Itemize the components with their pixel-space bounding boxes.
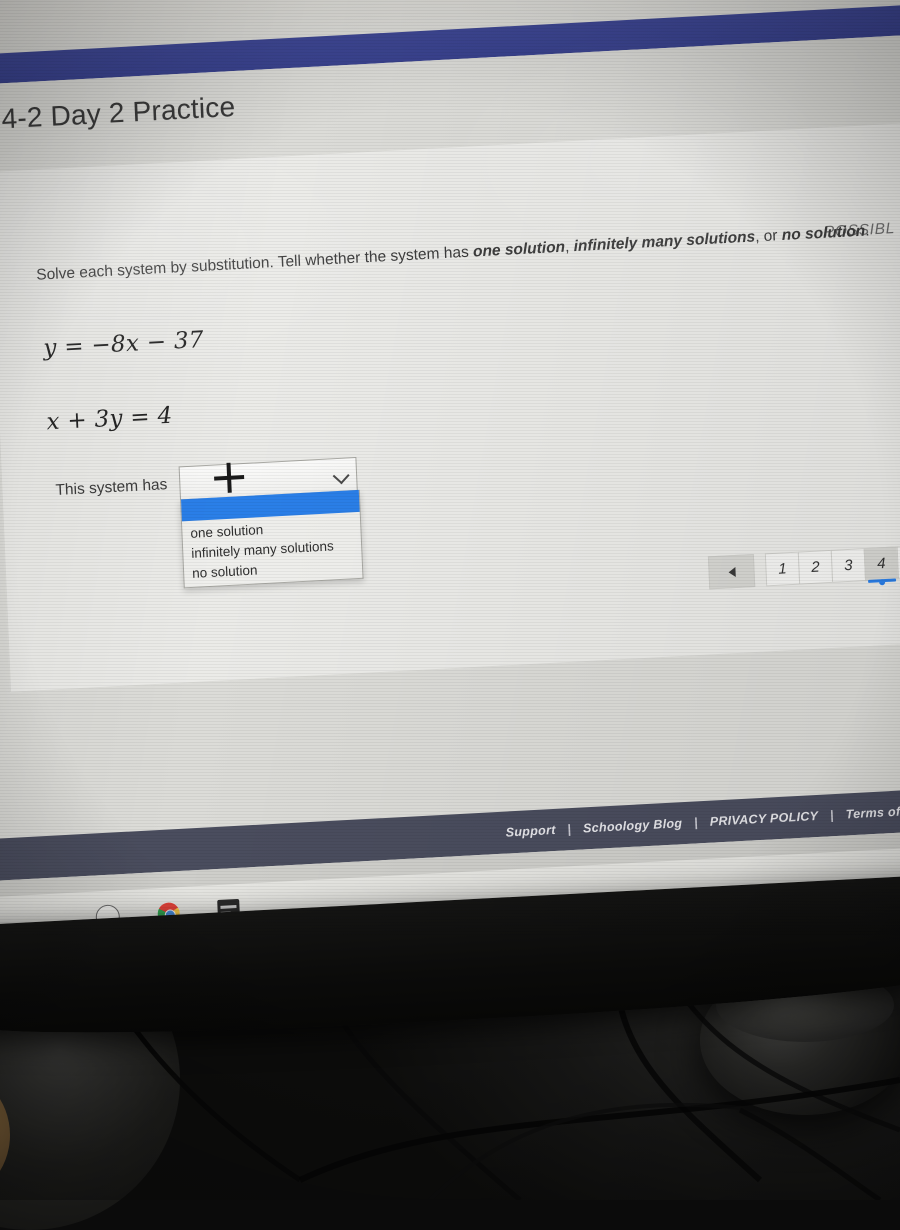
instructions-sep-2: , or	[754, 227, 783, 246]
triangle-left-icon	[727, 566, 736, 577]
pagination-page-4-label: 4	[876, 554, 886, 573]
instructions-bold-one-solution: one solution	[472, 238, 566, 261]
footer-separator: |	[693, 815, 699, 830]
footer-link-schoology-blog[interactable]: Schoology Blog	[583, 816, 683, 835]
pagination-page-5[interactable]: 5	[896, 544, 900, 580]
footer-link-terms-of-use[interactable]: Terms of Use	[845, 803, 900, 821]
chevron-down-icon	[332, 467, 350, 485]
footer-link-privacy-policy[interactable]: PRIVACY POLICY	[709, 809, 818, 829]
monitor-screen: 100% Free People S... Watch Fast Five On…	[0, 0, 900, 935]
pagination-page-3[interactable]: 3	[830, 548, 867, 583]
answer-prompt-label: This system has	[55, 476, 168, 500]
footer-separator: |	[829, 808, 835, 823]
instructions-bold-no-solution: no solution	[781, 222, 866, 245]
pagination-page-2[interactable]: 2	[797, 549, 834, 585]
footer-separator: |	[567, 822, 572, 837]
pagination-prev-button[interactable]	[707, 553, 756, 590]
instructions-end: .	[864, 222, 870, 240]
crosshair-cursor	[211, 460, 246, 496]
pagination-page-1[interactable]: 1	[764, 551, 801, 587]
footer-link-support[interactable]: Support	[505, 823, 556, 840]
pagination-page-4-active[interactable]: 4	[863, 546, 900, 586]
select-options-list[interactable]: one solution infinitely many solutions n…	[179, 489, 364, 589]
